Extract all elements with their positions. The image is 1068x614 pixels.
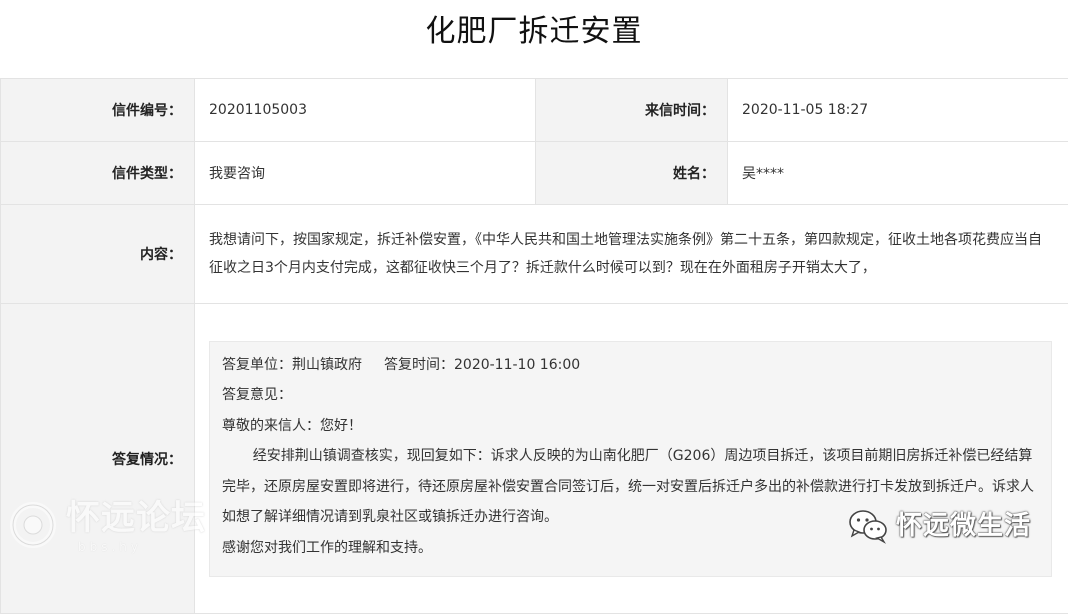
reply-box: 答复单位：荆山镇政府 答复时间：2020-11-10 16:00 答复意见： 尊敬… [209,341,1052,577]
reply-thanks: 感谢您对我们工作的理解和支持。 [222,533,1039,564]
reply-row: 答复情况： 答复单位：荆山镇政府 答复时间：2020-11-10 16:00 答复… [1,304,1068,614]
reply-time: 答复时间：2020-11-10 16:00 [384,357,580,373]
letter-type-label: 信件类型： [1,142,195,205]
reply-greeting: 尊敬的来信人：您好！ [222,411,1039,442]
reply-meta: 答复单位：荆山镇政府 答复时间：2020-11-10 16:00 [222,350,1039,381]
letter-number-value: 20201105003 [195,79,536,142]
letter-content-label: 内容： [1,205,195,304]
letter-type-value: 我要咨询 [195,142,536,205]
sender-name-value: 吴**** [728,142,1068,205]
reply-cell: 答复单位：荆山镇政府 答复时间：2020-11-10 16:00 答复意见： 尊敬… [195,304,1068,614]
letter-time-value: 2020-11-05 18:27 [728,79,1068,142]
letter-content-row: 内容： 我想请问下，按国家规定，拆迁补偿安置，《中华人民共和国土地管理法实施条例… [1,205,1068,304]
reply-unit: 答复单位：荆山镇政府 [222,357,362,373]
letter-number-label: 信件编号： [1,79,195,142]
sender-name-label: 姓名： [536,142,728,205]
letter-time-label: 来信时间： [536,79,728,142]
letter-number-row: 信件编号： 20201105003 来信时间： 2020-11-05 18:27 [1,79,1068,142]
letter-content-value: 我想请问下，按国家规定，拆迁补偿安置，《中华人民共和国土地管理法实施条例》第二十… [195,205,1068,304]
reply-label: 答复情况： [1,304,195,614]
page-title: 化肥厂拆迁安置 [0,10,1068,54]
letter-type-row: 信件类型： 我要咨询 姓名： 吴**** [1,142,1068,205]
letter-detail-table: 信件编号： 20201105003 来信时间： 2020-11-05 18:27… [0,78,1068,614]
reply-body: 经安排荆山镇调查核实，现回复如下：诉求人反映的为山南化肥厂（G206）周边项目拆… [222,441,1039,533]
reply-opinion-label: 答复意见： [222,380,1039,411]
